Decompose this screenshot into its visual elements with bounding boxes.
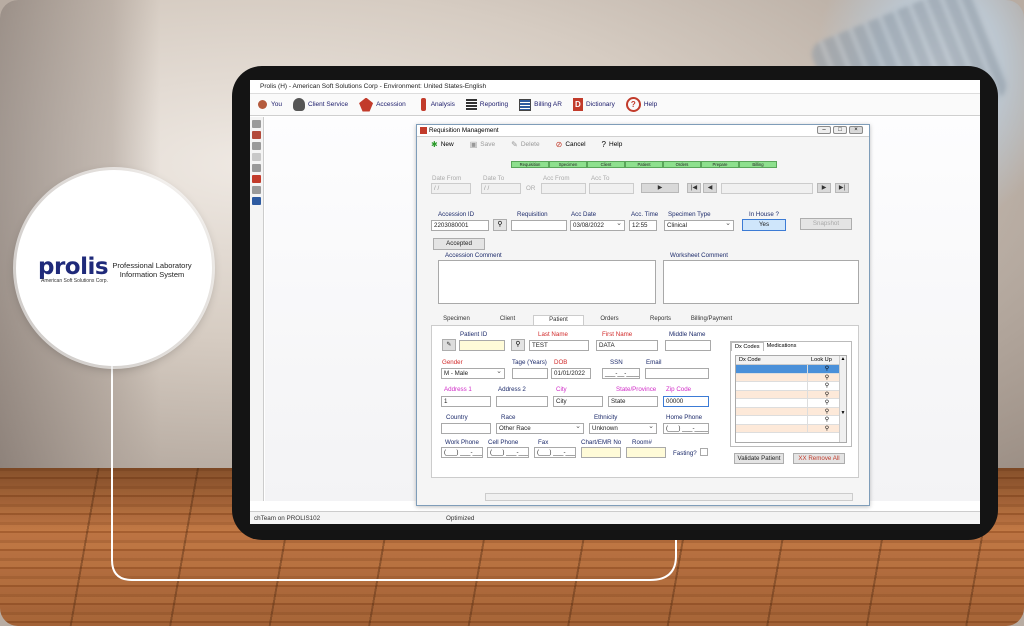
logo-wordmark-text: prolis: [38, 254, 109, 280]
prolis-logo: prolis American Soft Solutions Corp. Pro…: [38, 252, 198, 288]
logo-wordmark: prolis: [38, 254, 109, 280]
logo-tagline: Professional Laboratory Information Syst…: [112, 261, 192, 279]
logo-company: American Soft Solutions Corp.: [41, 278, 108, 284]
